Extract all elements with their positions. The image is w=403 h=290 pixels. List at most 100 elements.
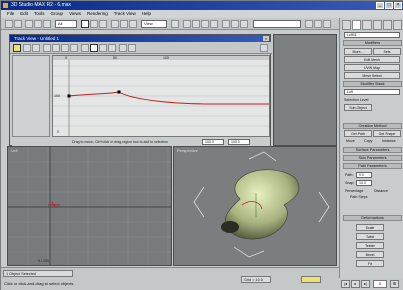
path-params-title[interactable]: Path Parameters bbox=[343, 163, 402, 169]
delete-keys-icon[interactable] bbox=[128, 44, 136, 52]
sets-button[interactable]: Sets bbox=[373, 48, 401, 55]
instance-radio[interactable]: Instance bbox=[382, 139, 396, 143]
track-view-value-2[interactable]: 100.0 bbox=[228, 139, 250, 145]
menu-tools[interactable]: Tools bbox=[34, 10, 45, 18]
link-icon[interactable] bbox=[25, 20, 33, 28]
distance-radio[interactable]: Distance bbox=[374, 189, 388, 193]
key-marker-start[interactable] bbox=[67, 94, 71, 98]
play-icon[interactable]: ▸ bbox=[351, 280, 360, 288]
scale-deform-button[interactable]: Scale bbox=[356, 224, 384, 231]
deformations-title[interactable]: Deformations bbox=[343, 215, 402, 221]
zoom-icon[interactable] bbox=[260, 44, 268, 52]
array-icon[interactable] bbox=[231, 20, 239, 28]
mesh-select-button[interactable]: Mesh Select bbox=[344, 72, 400, 79]
modifier-stack-title[interactable]: Modifier Stack bbox=[343, 81, 402, 87]
frame-field[interactable]: 0 bbox=[373, 280, 387, 288]
path-steps-radio[interactable]: Path Steps bbox=[350, 195, 368, 199]
track-view-icon[interactable] bbox=[305, 20, 313, 28]
object-name-field[interactable]: Loft01 bbox=[344, 32, 400, 38]
pivot-icon[interactable] bbox=[171, 20, 179, 28]
mirror-icon[interactable] bbox=[222, 20, 230, 28]
creation-method-title[interactable]: Creation Method bbox=[343, 123, 402, 129]
key-marker-mid[interactable] bbox=[117, 90, 121, 94]
region-select-icon[interactable] bbox=[99, 20, 107, 28]
edit-ranges-icon[interactable] bbox=[61, 44, 69, 52]
select-object-icon[interactable] bbox=[81, 20, 89, 28]
move-keys-icon[interactable] bbox=[90, 44, 98, 52]
render-icon[interactable] bbox=[323, 20, 331, 28]
left-viewport-label[interactable]: Left bbox=[11, 148, 18, 153]
maximize-button[interactable]: □ bbox=[385, 2, 393, 9]
restrict-y-icon[interactable] bbox=[192, 20, 200, 28]
menu-edit[interactable]: Edit bbox=[20, 10, 28, 18]
add-keys-icon[interactable] bbox=[119, 44, 127, 52]
material-editor-icon[interactable] bbox=[314, 20, 322, 28]
restrict-x-icon[interactable] bbox=[183, 20, 191, 28]
more-button[interactable]: More... bbox=[344, 48, 372, 55]
modifier-stack-dropdown[interactable]: Loft bbox=[344, 89, 400, 95]
get-path-button[interactable]: Get Path bbox=[344, 130, 372, 137]
top-viewport[interactable] bbox=[273, 34, 337, 146]
bevel-deform-button[interactable]: Bevel bbox=[356, 251, 384, 258]
edit-mesh-button[interactable]: Edit Mesh bbox=[344, 56, 400, 63]
move-icon[interactable] bbox=[111, 20, 119, 28]
reference-coord-dropdown[interactable]: View bbox=[141, 20, 167, 28]
go-to-start-icon[interactable]: |◂ bbox=[341, 280, 350, 288]
menu-track-view[interactable]: Track View bbox=[114, 10, 136, 18]
restrict-z-icon[interactable] bbox=[201, 20, 209, 28]
scale-keys-icon[interactable] bbox=[99, 44, 107, 52]
surface-params-title[interactable]: Surface Parameters bbox=[343, 147, 402, 153]
uvw-map-button[interactable]: UVW Map bbox=[344, 64, 400, 71]
named-selection-dropdown[interactable] bbox=[253, 20, 301, 28]
paste-icon[interactable] bbox=[32, 44, 40, 52]
rotate-icon[interactable] bbox=[120, 20, 128, 28]
path-value-field[interactable]: 0.0 bbox=[356, 172, 372, 178]
tab-hierarchy[interactable] bbox=[362, 20, 372, 30]
tab-create[interactable] bbox=[342, 20, 352, 30]
animate-button[interactable] bbox=[301, 276, 321, 283]
function-curve-graph[interactable]: 0 50 100 100 0 bbox=[52, 55, 270, 137]
track-view-close-button[interactable]: × bbox=[263, 36, 269, 41]
copy-radio[interactable]: Copy bbox=[364, 139, 372, 143]
scale-values-icon[interactable] bbox=[108, 44, 116, 52]
scale-icon[interactable] bbox=[129, 20, 137, 28]
scale-curve[interactable] bbox=[68, 91, 270, 105]
copy-icon[interactable] bbox=[23, 44, 31, 52]
unlink-icon[interactable] bbox=[34, 20, 42, 28]
frame-slider-counter[interactable]: 0 / 100 bbox=[38, 259, 49, 263]
modifiers-rollout-title[interactable]: Modifiers bbox=[343, 40, 402, 46]
teeter-deform-button[interactable]: Teeter bbox=[356, 242, 384, 249]
track-view-hierarchy[interactable] bbox=[12, 55, 50, 137]
tab-motion[interactable] bbox=[372, 20, 382, 30]
sub-object-button[interactable]: Sub-Object bbox=[344, 104, 372, 111]
function-curves-icon[interactable] bbox=[81, 44, 89, 52]
menu-rendering[interactable]: Rendering bbox=[87, 10, 108, 18]
perspective-viewport-label[interactable]: Perspective bbox=[177, 148, 198, 153]
percentage-radio[interactable]: Percentage bbox=[345, 189, 363, 193]
minimize-button[interactable]: _ bbox=[376, 2, 384, 9]
edit-time-icon[interactable] bbox=[52, 44, 60, 52]
menu-file[interactable]: File bbox=[7, 10, 14, 18]
fit-deform-button[interactable]: Fit bbox=[356, 260, 384, 267]
align-icon[interactable] bbox=[240, 20, 248, 28]
tab-modify[interactable] bbox=[352, 20, 362, 30]
menu-help[interactable]: Help bbox=[142, 10, 151, 18]
twist-deform-button[interactable]: Twist bbox=[356, 233, 384, 240]
tab-utilities[interactable] bbox=[392, 20, 403, 30]
restrict-plane-icon[interactable] bbox=[210, 20, 218, 28]
filters-icon[interactable] bbox=[13, 44, 21, 52]
snap-value-field[interactable]: 10.0 bbox=[356, 180, 372, 186]
position-ranges-icon[interactable] bbox=[70, 44, 78, 52]
tab-display[interactable] bbox=[382, 20, 392, 30]
get-shape-button[interactable]: Get Shape bbox=[373, 130, 401, 137]
undo-icon[interactable] bbox=[5, 20, 13, 28]
bind-space-warp-icon[interactable] bbox=[43, 20, 51, 28]
selection-filter-dropdown[interactable]: All bbox=[55, 20, 77, 28]
move-radio[interactable]: Move bbox=[346, 139, 355, 143]
menu-group[interactable]: Group bbox=[51, 10, 64, 18]
menu-views[interactable]: Views bbox=[69, 10, 81, 18]
close-button[interactable]: × bbox=[394, 2, 402, 9]
skin-params-title[interactable]: Skin Parameters bbox=[343, 155, 402, 161]
perspective-viewport[interactable]: Perspective bbox=[173, 146, 337, 266]
redo-icon[interactable] bbox=[14, 20, 22, 28]
